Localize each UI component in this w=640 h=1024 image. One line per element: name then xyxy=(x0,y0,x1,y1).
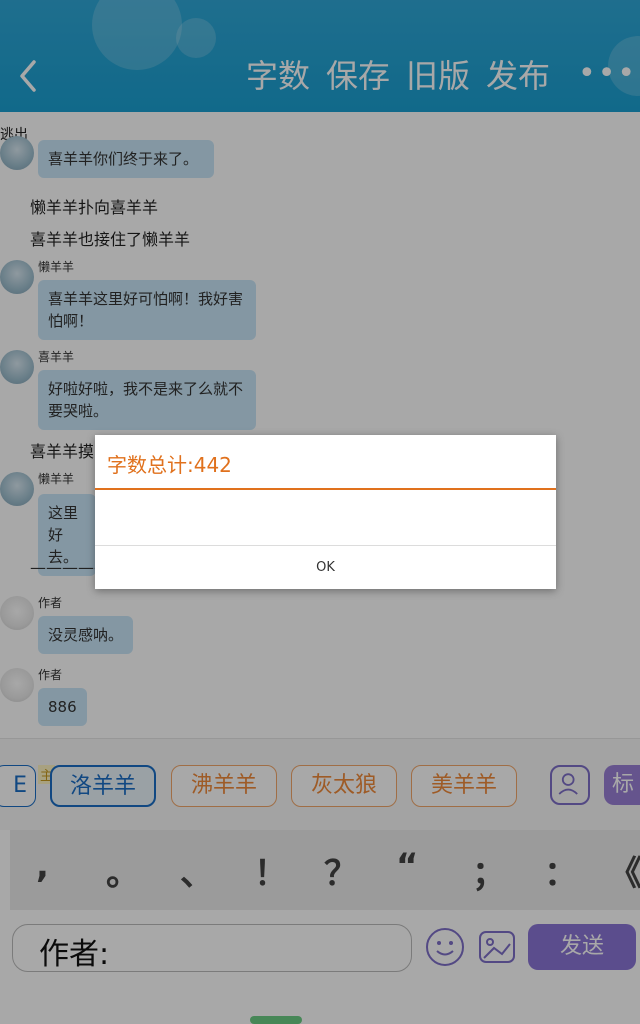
dialog-title-divider xyxy=(95,488,556,490)
ok-button[interactable]: OK xyxy=(95,546,556,589)
word-count-dialog: 字数总计:442 OK xyxy=(95,435,556,589)
dialog-title: 字数总计:442 xyxy=(107,453,232,477)
